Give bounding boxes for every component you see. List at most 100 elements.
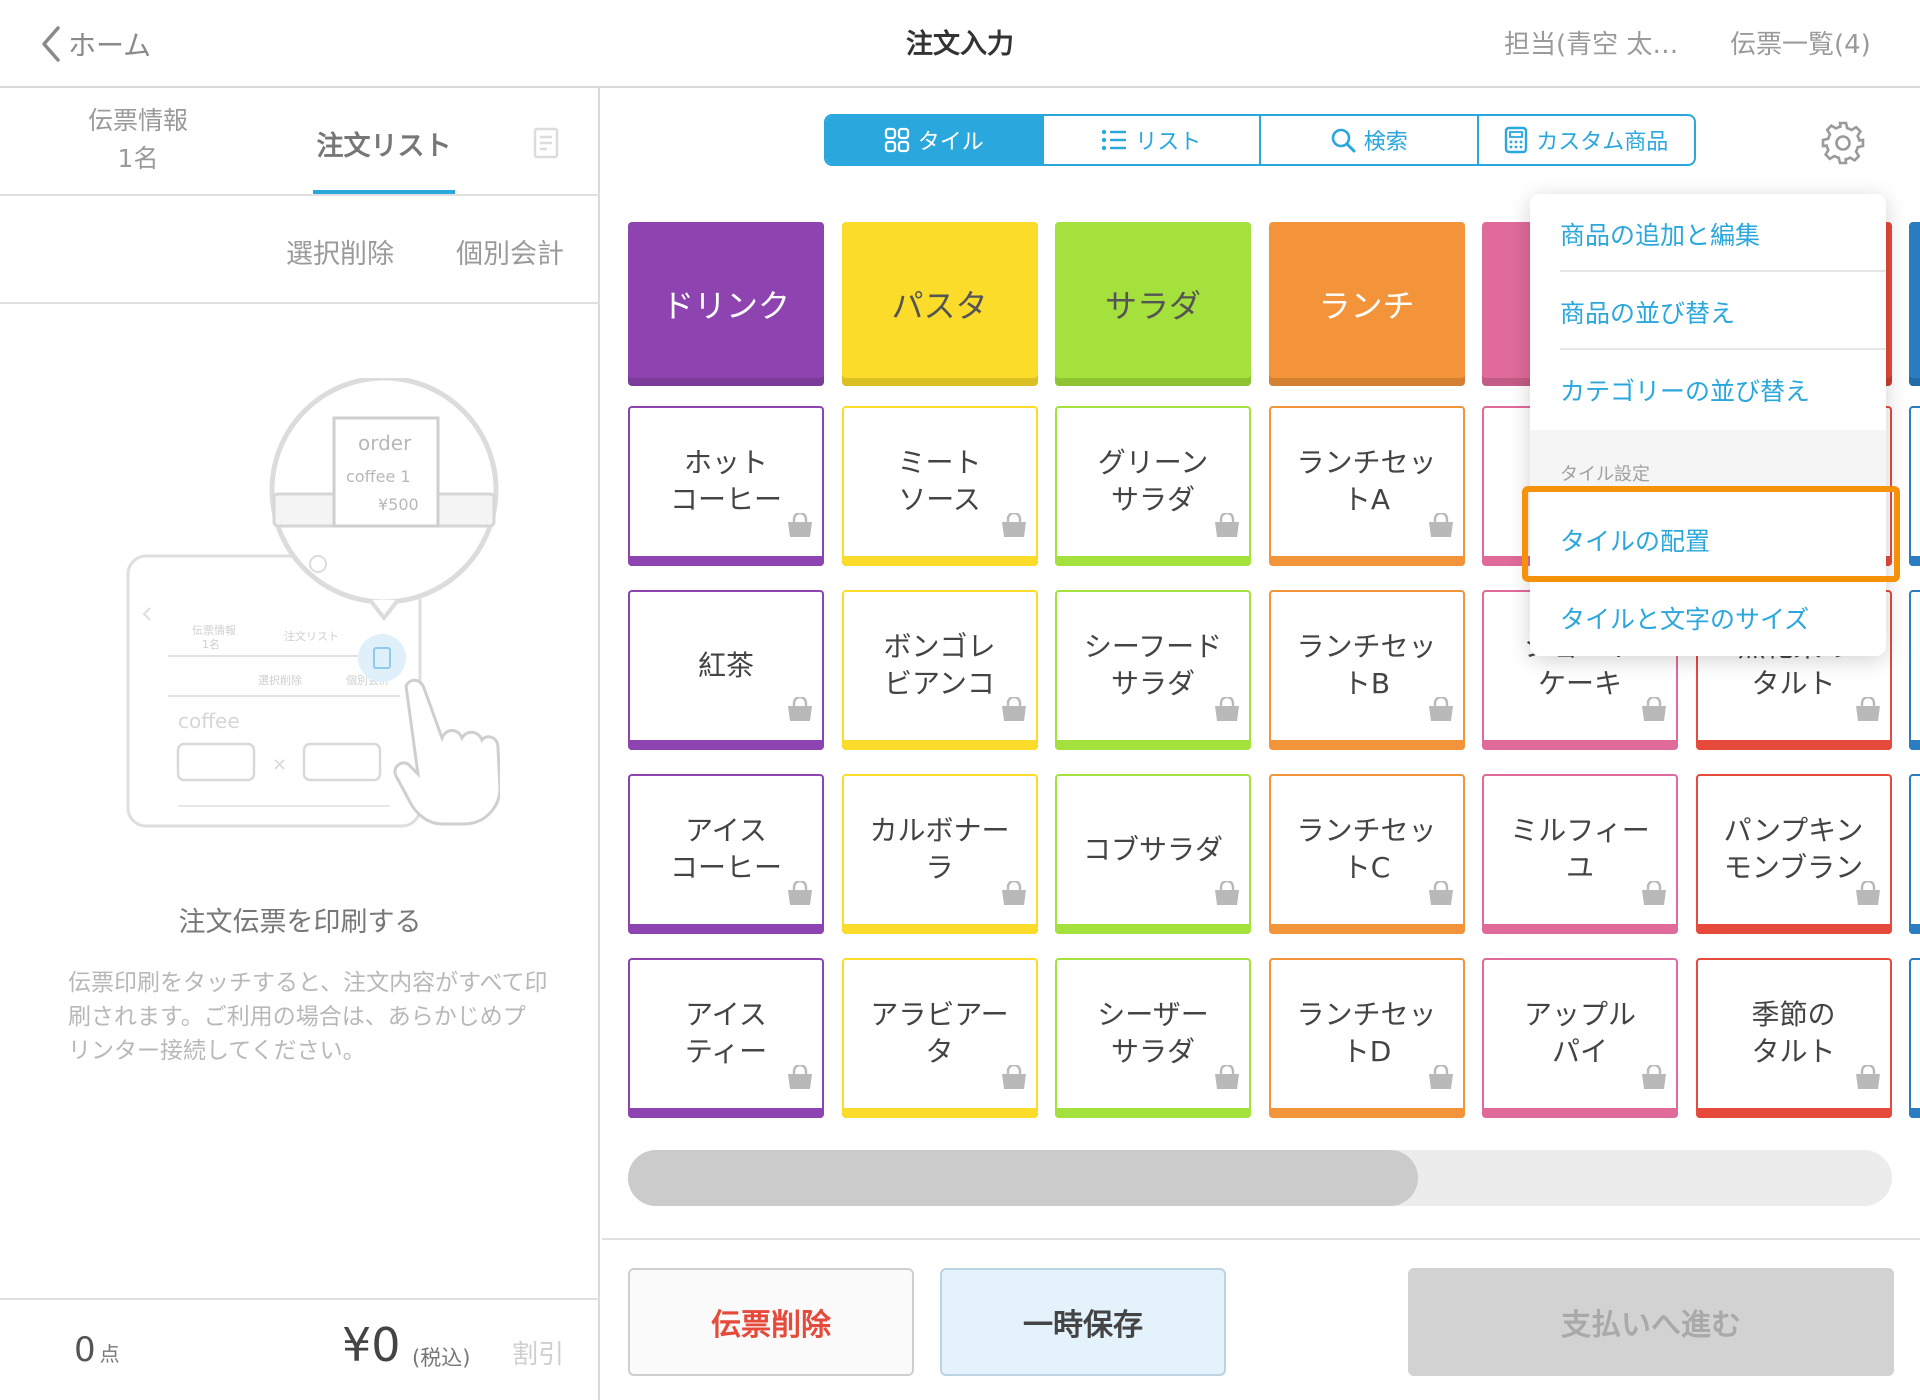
shopping-bag-icon <box>1854 695 1882 732</box>
product-tile[interactable]: 季節の タルト <box>1695 958 1892 1118</box>
shopping-bag-icon <box>786 695 814 732</box>
category-color-bar <box>1268 740 1465 750</box>
shopping-bag-icon <box>1854 1063 1882 1100</box>
category-tile[interactable]: ランチ <box>1268 222 1465 386</box>
product-tile[interactable] <box>1909 774 1920 934</box>
product-name: コブサラダ <box>1082 832 1223 866</box>
menu-item-add-edit-products[interactable]: 商品の追加と編集 <box>1560 216 1760 252</box>
temporary-save-button[interactable]: 一時保存 <box>940 1268 1226 1376</box>
tab-slip-info-label: 伝票情報 <box>87 106 188 135</box>
item-count-unit: 点 <box>99 1342 120 1366</box>
category-tile[interactable] <box>1909 222 1920 386</box>
product-tile[interactable] <box>1909 590 1920 750</box>
shopping-bag-icon <box>1427 695 1455 732</box>
svg-text:coffee: coffee <box>178 709 240 733</box>
product-name: ミート ソース <box>897 446 982 516</box>
product-tile[interactable]: カルボナー ラ <box>841 774 1038 934</box>
print-instructions-title: 注文伝票を印刷する <box>178 907 422 938</box>
individual-pay-button[interactable]: 個別会計 <box>456 232 564 271</box>
category-tile[interactable]: ドリンク <box>628 222 824 386</box>
product-tile[interactable]: シーフード サラダ <box>1055 590 1251 750</box>
product-tile[interactable]: 紅茶 <box>628 590 824 750</box>
shopping-bag-icon <box>1213 879 1241 916</box>
product-name: ランチセッ トA <box>1296 446 1437 516</box>
category-color-bar <box>1055 740 1251 750</box>
proceed-to-payment-button[interactable]: 支払いへ進む <box>1408 1268 1894 1376</box>
product-name: ランチセッ トB <box>1296 630 1437 700</box>
product-tile[interactable] <box>1909 958 1920 1118</box>
item-count-value: 0 <box>74 1330 96 1370</box>
menu-divider <box>1560 270 1886 272</box>
product-tile[interactable]: アラビアー タ <box>841 958 1038 1118</box>
product-tile[interactable]: ランチセッ トD <box>1268 958 1465 1118</box>
product-tile[interactable]: シーザー サラダ <box>1055 958 1251 1118</box>
category-color-bar <box>1695 740 1892 750</box>
view-mode-tile-button[interactable]: タイル <box>826 116 1044 164</box>
list-icon <box>1102 129 1127 151</box>
view-mode-search-button[interactable]: 検索 <box>1261 116 1479 164</box>
grid-icon <box>884 127 909 153</box>
product-tile[interactable] <box>1909 406 1920 566</box>
discount-button[interactable]: 割引 <box>512 1334 564 1371</box>
category-color-bar <box>841 740 1038 750</box>
delete-slip-button[interactable]: 伝票削除 <box>628 1268 914 1376</box>
back-home-button[interactable]: ホーム <box>40 20 151 68</box>
search-icon <box>1331 128 1356 153</box>
product-tile[interactable]: ランチセッ トA <box>1268 406 1465 566</box>
item-count: 0点 <box>74 1330 120 1370</box>
staff-selector[interactable]: 担当(青空 太… <box>1504 24 1678 61</box>
category-color-bar <box>1482 740 1678 750</box>
product-tile[interactable]: ミート ソース <box>841 406 1038 566</box>
gear-icon[interactable] <box>1820 120 1866 170</box>
view-mode-list-button[interactable]: リスト <box>1044 116 1261 164</box>
footer-divider <box>0 1298 600 1300</box>
settings-popup-menu: 商品の追加と編集 商品の並び替え カテゴリーの並び替え タイル設定 タイルの配置… <box>1530 194 1886 656</box>
category-label: ランチ <box>1318 287 1415 325</box>
view-mode-custom-button[interactable]: カスタム商品 <box>1479 116 1695 164</box>
slip-list-button[interactable]: 伝票一覧(4) <box>1730 24 1871 61</box>
menu-item-tile-text-size[interactable]: タイルと文字のサイズ <box>1560 600 1809 636</box>
category-color-bar <box>841 924 1038 934</box>
tab-order-list[interactable]: 注文リスト <box>314 124 454 163</box>
category-color-bar <box>1695 924 1892 934</box>
print-slip-icon[interactable] <box>530 126 564 164</box>
category-tile[interactable]: パスタ <box>841 222 1038 386</box>
shopping-bag-icon <box>786 879 814 916</box>
view-mode-custom-label: カスタム商品 <box>1536 130 1669 155</box>
product-tile[interactable]: ホット コーヒー <box>628 406 824 566</box>
product-tile[interactable]: グリーン サラダ <box>1055 406 1251 566</box>
product-name: ランチセッ トC <box>1296 814 1437 884</box>
product-tile[interactable]: ミルフィー ユ <box>1482 774 1678 934</box>
shopping-bag-icon <box>1213 695 1241 732</box>
shopping-bag-icon <box>1000 695 1028 732</box>
product-tile[interactable]: コブサラダ <box>1055 774 1251 934</box>
product-name: ミルフィー ユ <box>1510 814 1650 884</box>
shopping-bag-icon <box>1000 1063 1028 1100</box>
actions-divider <box>0 302 600 304</box>
product-tile[interactable]: パンプキン モンブラン <box>1695 774 1892 934</box>
category-label: ドリンク <box>661 287 790 325</box>
bottom-divider <box>602 1238 1920 1240</box>
select-delete-button[interactable]: 選択削除 <box>286 232 394 271</box>
tabs-divider <box>0 194 600 196</box>
view-mode-list-label: リスト <box>1135 130 1202 155</box>
calculator-icon <box>1505 126 1528 154</box>
product-name: アイス コーヒー <box>669 814 782 884</box>
product-name: カルボナー ラ <box>869 814 1010 884</box>
tab-slip-info[interactable]: 伝票情報 1名 <box>60 102 216 178</box>
shopping-bag-icon <box>1213 511 1241 548</box>
menu-item-sort-categories[interactable]: カテゴリーの並び替え <box>1560 372 1810 408</box>
category-color-bar <box>1482 1108 1678 1118</box>
category-color-bar <box>1695 1108 1892 1118</box>
product-tile[interactable]: アップル パイ <box>1482 958 1678 1118</box>
product-tile[interactable]: ランチセッ トB <box>1268 590 1465 750</box>
tile-scroll-thumb[interactable] <box>628 1150 1418 1206</box>
product-tile[interactable]: アイス ティー <box>628 958 824 1118</box>
header-bar: ホーム 注文入力 担当(青空 太… 伝票一覧(4) <box>0 0 1920 88</box>
product-tile[interactable]: ボンゴレ ビアンコ <box>841 590 1038 750</box>
category-color-bar <box>1268 924 1465 934</box>
menu-item-sort-products[interactable]: 商品の並び替え <box>1560 294 1735 330</box>
product-tile[interactable]: アイス コーヒー <box>628 774 824 934</box>
category-tile[interactable]: サラダ <box>1055 222 1251 386</box>
product-tile[interactable]: ランチセッ トC <box>1268 774 1465 934</box>
